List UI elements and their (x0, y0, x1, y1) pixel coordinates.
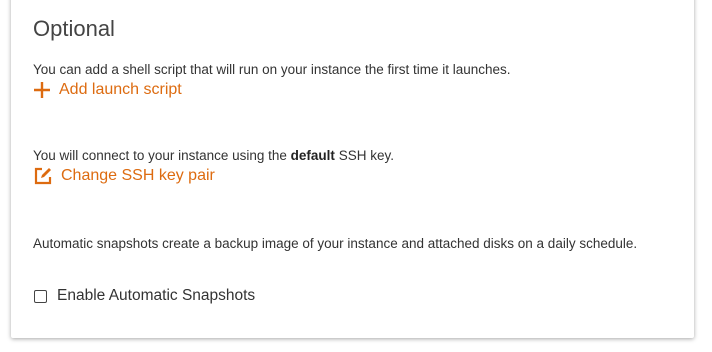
enable-snapshots-checkbox[interactable] (34, 289, 47, 303)
enable-snapshots-label: Enable Automatic Snapshots (57, 287, 256, 304)
ssh-key-default: default (290, 148, 335, 163)
edit-icon (33, 166, 53, 186)
ssh-key-description: You will connect to your instance using … (33, 148, 394, 163)
enable-automatic-snapshots-toggle[interactable]: Enable Automatic Snapshots (34, 287, 255, 305)
snapshots-description: Automatic snapshots create a backup imag… (33, 236, 638, 251)
change-ssh-key-pair-label: Change SSH key pair (61, 167, 215, 184)
add-launch-script-link[interactable]: Add launch script (33, 81, 182, 99)
section-title: Optional (33, 16, 115, 41)
change-ssh-key-pair-link[interactable]: Change SSH key pair (33, 166, 215, 186)
launch-script-description: You can add a shell script that will run… (33, 62, 511, 77)
add-launch-script-label: Add launch script (59, 81, 182, 98)
plus-icon (33, 81, 51, 99)
